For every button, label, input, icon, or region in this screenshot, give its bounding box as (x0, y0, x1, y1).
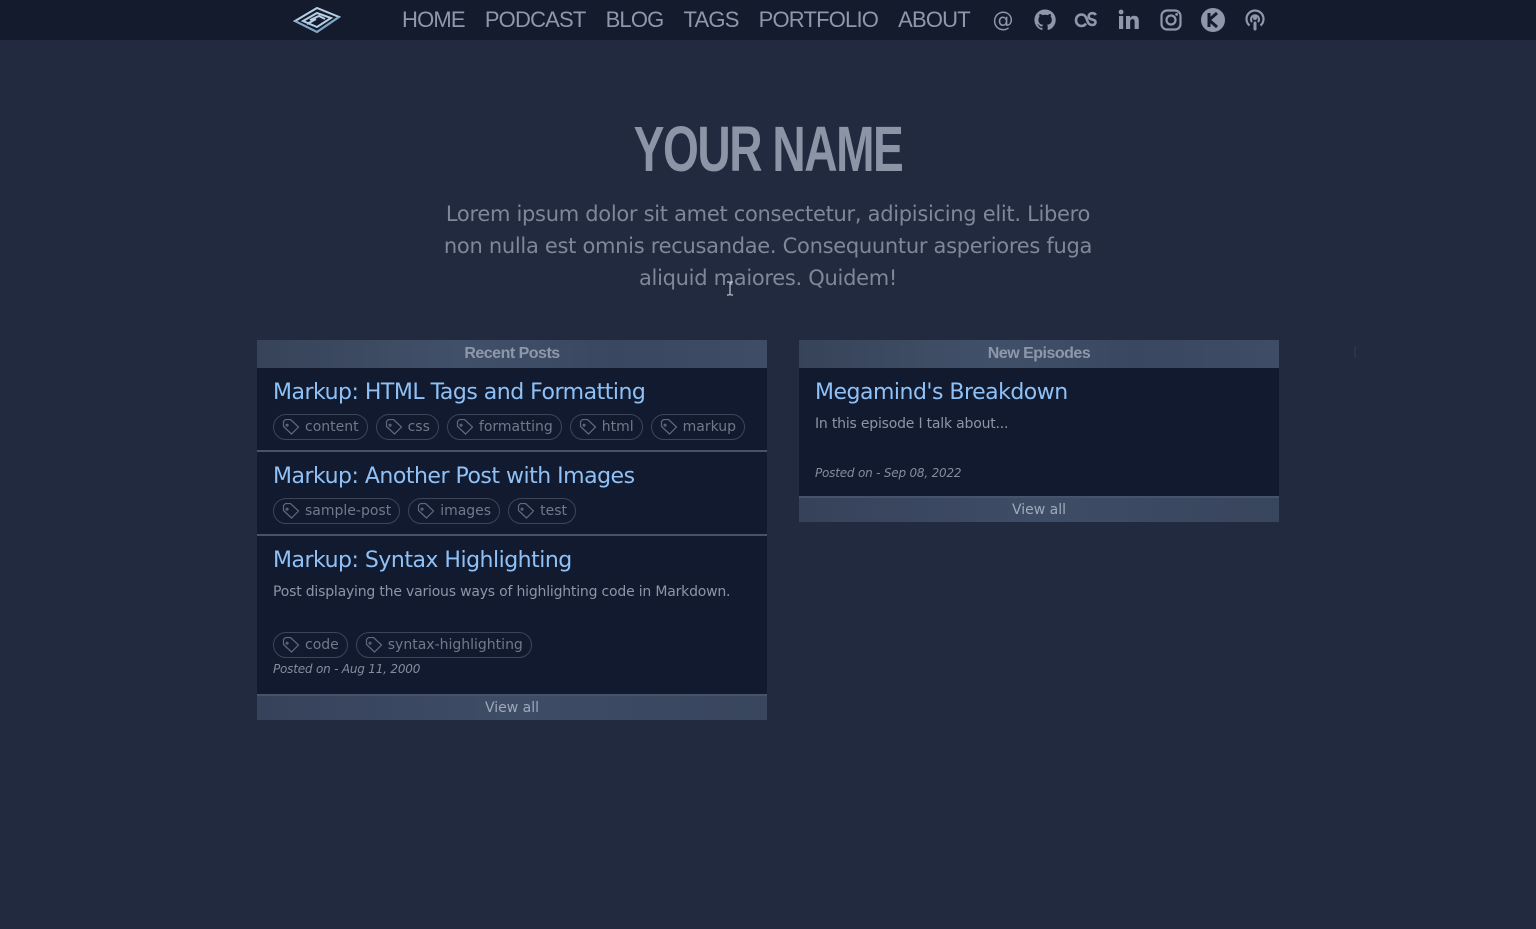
episode-date: Posted on - Sep 08, 2022 (815, 466, 962, 480)
tag-pill[interactable]: syntax-highlighting (355, 632, 532, 658)
tag-label: sample-post (305, 503, 392, 519)
nav-blog[interactable]: BLOG (606, 7, 665, 33)
post-item: Markup: Syntax Highlighting Post display… (257, 536, 767, 696)
main-nav: HOME PODCAST BLOG TAGS PORTFOLIO ABOUT (392, 0, 980, 40)
decorative-divider (1354, 346, 1356, 358)
tag-icon (282, 503, 300, 519)
tag-label: css (407, 419, 430, 435)
email-icon[interactable]: @ (982, 0, 1024, 40)
nav-about[interactable]: ABOUT (898, 7, 971, 33)
tag-pill[interactable]: formatting (446, 414, 562, 440)
tag-label: html (601, 419, 634, 435)
post-title[interactable]: Markup: Another Post with Images (273, 462, 751, 492)
nav-tags[interactable]: TAGS (684, 7, 740, 33)
tag-icon (365, 637, 383, 653)
episode-item: Megamind's Breakdown In this episode I t… (799, 368, 1279, 498)
github-icon[interactable] (1024, 0, 1066, 40)
recent-posts-header: Recent Posts (257, 340, 767, 368)
tag-icon (660, 419, 678, 435)
lastfm-icon[interactable] (1066, 0, 1108, 40)
tag-icon (418, 503, 435, 519)
post-tags: sample-post images test (273, 498, 751, 524)
tag-icon (517, 503, 535, 519)
tag-label: syntax-highlighting (387, 637, 523, 653)
new-episodes-header: New Episodes (799, 340, 1279, 368)
tag-label: formatting (478, 419, 553, 435)
tag-pill[interactable]: markup (650, 414, 746, 440)
tag-pill[interactable]: code (273, 632, 348, 658)
post-description: Post displaying the various ways of high… (273, 584, 731, 600)
keybase-icon[interactable] (1192, 0, 1234, 40)
social-links: @ (982, 0, 1276, 40)
tag-icon (456, 419, 474, 435)
tag-pill[interactable]: test (508, 498, 576, 524)
post-date: Posted on - Aug 11, 2000 (273, 662, 421, 676)
post-title[interactable]: Markup: HTML Tags and Formatting (273, 378, 751, 408)
hero-title: YOUR NAME (633, 113, 904, 185)
tag-label: code (305, 637, 339, 653)
post-tags: content css formatting html markup (273, 414, 751, 440)
podcast-icon[interactable] (1234, 0, 1276, 40)
tag-pill[interactable]: content (273, 414, 368, 440)
text-cursor-icon (727, 281, 733, 296)
hero-subtitle: Lorem ipsum dolor sit amet consectetur, … (443, 202, 1093, 290)
tag-icon (579, 419, 597, 435)
view-all-episodes-button[interactable]: View all (799, 498, 1279, 522)
recent-posts-panel: Recent Posts Markup: HTML Tags and Forma… (257, 340, 767, 720)
svg-text:@: @ (993, 8, 1014, 32)
post-tags: code syntax-highlighting (273, 632, 751, 658)
tag-label: markup (682, 419, 737, 435)
linkedin-icon[interactable] (1108, 0, 1150, 40)
view-all-posts-button[interactable]: View all (257, 696, 767, 720)
tag-pill[interactable]: images (408, 498, 501, 524)
post-item: Markup: Another Post with Images sample-… (257, 452, 767, 536)
tag-pill[interactable]: css (375, 414, 439, 440)
nav-portfolio[interactable]: PORTFOLIO (759, 7, 879, 33)
tag-label: test (540, 503, 567, 519)
tag-icon (282, 419, 300, 435)
new-episodes-panel: New Episodes Megamind's Breakdown In thi… (799, 340, 1279, 522)
nav-home[interactable]: HOME (402, 7, 466, 33)
post-item: Markup: HTML Tags and Formatting content… (257, 368, 767, 452)
site-logo[interactable] (292, 4, 342, 36)
instagram-icon[interactable] (1150, 0, 1192, 40)
tag-label: images (440, 503, 492, 519)
tag-pill[interactable]: html (569, 414, 643, 440)
post-title[interactable]: Markup: Syntax Highlighting (273, 546, 751, 576)
tag-icon (385, 419, 402, 435)
episode-description: In this episode I talk about... (815, 416, 1009, 432)
tag-label: content (305, 419, 359, 435)
episode-title[interactable]: Megamind's Breakdown (815, 378, 1263, 408)
navbar: HOME PODCAST BLOG TAGS PORTFOLIO ABOUT @ (0, 0, 1536, 40)
tag-icon (282, 637, 300, 653)
nav-podcast[interactable]: PODCAST (485, 7, 587, 33)
tag-pill[interactable]: sample-post (273, 498, 401, 524)
